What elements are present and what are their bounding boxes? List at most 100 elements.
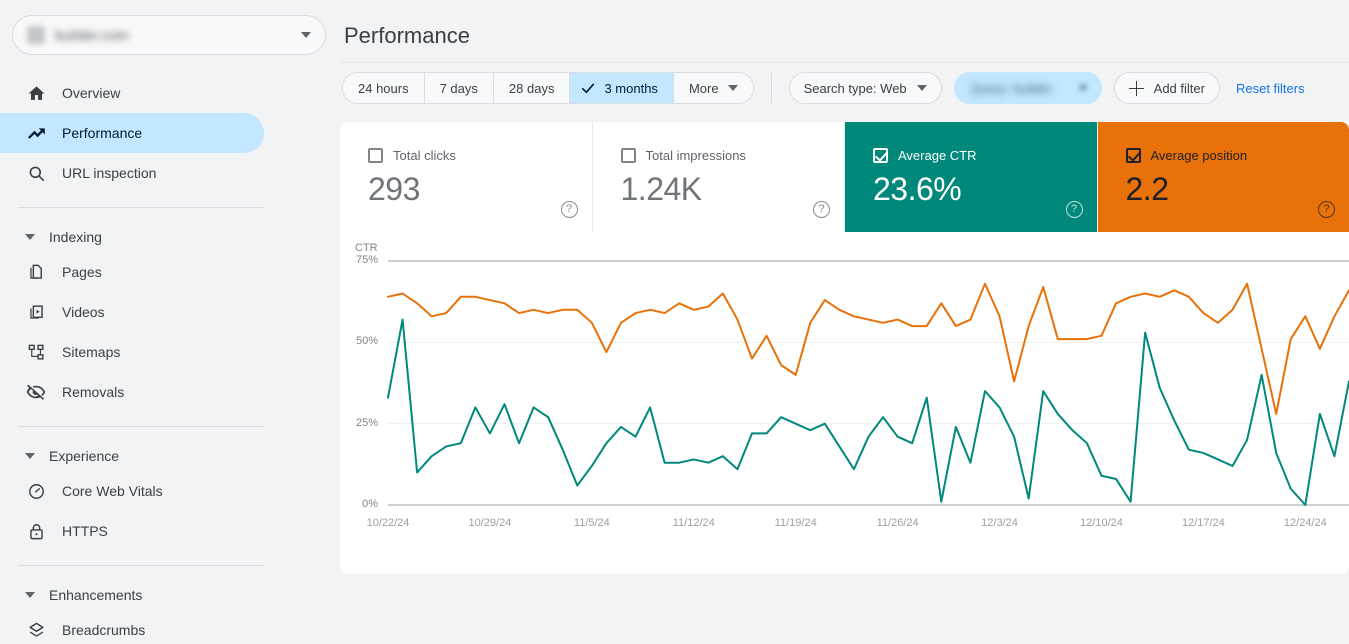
metric-cards: Total clicks 293 ? Total impressions 1.2… (340, 122, 1349, 232)
nav-group-experience[interactable]: Experience (0, 441, 340, 471)
sidebar-item-label: Videos (62, 304, 105, 320)
metric-label: Total clicks (393, 148, 456, 163)
sidebar-item-performance[interactable]: Performance (0, 113, 264, 153)
average-position-checkbox[interactable] (1125, 148, 1141, 163)
metric-card-total-impressions[interactable]: Total impressions 1.24K ? (592, 122, 845, 232)
sidebar-item-pages[interactable]: Pages (0, 252, 264, 292)
sidebar-item-label: Removals (62, 384, 125, 400)
property-selector[interactable]: builder.com (12, 15, 326, 55)
chevron-down-icon (25, 453, 35, 459)
nav-group-enhancements[interactable]: Enhancements (0, 580, 340, 610)
sidebar-item-url-inspection[interactable]: URL inspection (0, 153, 264, 193)
metric-header: Average CTR (873, 148, 1077, 163)
date-range-label: More (688, 80, 719, 96)
metric-header: Total clicks (368, 148, 572, 163)
search-console-app: builder.com Overview Performance URL ins… (0, 0, 1349, 644)
close-icon[interactable]: ✕ (1078, 80, 1089, 96)
metric-card-average-ctr[interactable]: Average CTR 23.6% ? (845, 122, 1098, 232)
metric-value: 23.6% (873, 171, 962, 207)
date-range-segmented-control: 24 hours 7 days 28 days 3 months More (342, 72, 754, 104)
nav-group-label: Enhancements (49, 587, 143, 603)
metric-value: 2.2 (1125, 171, 1169, 207)
sidebar-item-https[interactable]: HTTPS (0, 511, 264, 551)
property-name: builder.com (55, 27, 129, 43)
query-filter-label: Query: builder (970, 80, 1053, 96)
sidebar: builder.com Overview Performance URL ins… (0, 0, 340, 644)
add-filter-button[interactable]: Add filter (1113, 72, 1220, 104)
sidebar-item-label: URL inspection (62, 165, 157, 181)
home-icon (26, 83, 46, 103)
chart-x-tick-label: 10/29/24 (468, 517, 512, 529)
chart-y-tick-label: 0% (362, 498, 378, 510)
metric-value: 293 (368, 171, 420, 207)
nav-divider (18, 426, 264, 427)
chevron-down-icon (25, 234, 35, 240)
help-icon[interactable]: ? (560, 201, 578, 218)
date-range-label: 3 months (604, 80, 658, 96)
total-impressions-checkbox[interactable] (620, 148, 636, 163)
chevron-down-icon (916, 85, 927, 91)
date-range-label: 7 days (439, 80, 478, 96)
date-range-24-hours[interactable]: 24 hours (343, 73, 425, 103)
metric-card-total-clicks[interactable]: Total clicks 293 ? (340, 122, 593, 232)
date-range-more[interactable]: More (673, 73, 753, 103)
metric-label: Average position (1150, 148, 1248, 163)
page-title: Performance (344, 23, 470, 48)
performance-panel: Total clicks 293 ? Total impressions 1.2… (340, 122, 1349, 574)
plus-icon (1128, 80, 1144, 96)
chart-x-tick-label: 11/26/24 (876, 517, 919, 529)
primary-nav: Overview Performance URL inspection Inde… (0, 73, 340, 644)
chart-x-tick-label: 12/3/24 (981, 517, 1018, 529)
date-range-7-days[interactable]: 7 days (424, 73, 494, 103)
nav-group-label: Experience (49, 448, 120, 464)
date-range-28-days[interactable]: 28 days (493, 73, 571, 103)
help-icon[interactable]: ? (813, 201, 830, 218)
chart-x-tick-label: 12/24/24 (1283, 517, 1327, 529)
total-clicks-checkbox[interactable] (368, 148, 383, 163)
chart-y-tick-label: 25% (355, 416, 378, 429)
help-icon[interactable]: ? (1065, 201, 1083, 218)
nav-group-indexing[interactable]: Indexing (0, 222, 340, 252)
reset-filters-link[interactable]: Reset filters (1236, 81, 1305, 96)
lock-icon (26, 521, 46, 541)
date-range-3-months[interactable]: 3 months (570, 73, 674, 103)
layers-icon (26, 620, 46, 640)
sidebar-item-breadcrumbs[interactable]: Breadcrumbs (0, 610, 264, 644)
sidebar-item-label: Overview (62, 85, 121, 101)
pages-icon (26, 262, 46, 282)
sidebar-item-overview[interactable]: Overview (0, 73, 264, 113)
sidebar-item-core-web-vitals[interactable]: Core Web Vitals (0, 471, 264, 511)
chart-x-tick-label: 11/5/24 (573, 517, 610, 529)
chevron-down-icon[interactable] (301, 32, 311, 38)
sidebar-item-label: Sitemaps (62, 344, 121, 360)
search-type-label: Search type: Web (803, 80, 907, 96)
performance-chart[interactable]: CTR 75% 50% 25% 0% 10/22/24 10/29/24 11/5/24 1… (340, 232, 1349, 574)
metric-card-average-position[interactable]: Average position 2.2 ? (1097, 122, 1349, 232)
metric-header: Average position (1125, 148, 1330, 163)
help-icon[interactable]: ? (1318, 201, 1335, 218)
sidebar-item-removals[interactable]: Removals (0, 372, 264, 412)
chart-y-tick-label: 75% (355, 254, 378, 266)
query-filter-chip[interactable]: Query: builder ✕ (953, 72, 1102, 104)
main-content: Performance 24 hours 7 days 28 days 3 mo… (340, 0, 1349, 644)
metric-label: Total impressions (645, 148, 746, 163)
sidebar-item-label: Breadcrumbs (62, 622, 146, 638)
sitemap-icon (26, 342, 46, 362)
speedometer-icon (26, 481, 46, 501)
chart-x-tick-label: 10/22/24 (366, 517, 410, 529)
sidebar-item-sitemaps[interactable]: Sitemaps (0, 332, 264, 372)
metric-value: 1.24K (620, 171, 703, 207)
eye-off-icon (26, 382, 46, 402)
sidebar-item-videos[interactable]: Videos (0, 292, 264, 332)
average-ctr-checkbox[interactable] (873, 148, 888, 163)
chevron-down-icon (25, 592, 35, 598)
chart-x-tick-label: 12/10/24 (1080, 517, 1123, 529)
chart-y-tick-label: 50% (355, 335, 378, 348)
filter-bar: 24 hours 7 days 28 days 3 months More Se… (340, 56, 1349, 104)
nav-divider (18, 207, 264, 208)
metric-label: Average CTR (898, 148, 977, 163)
search-type-filter[interactable]: Search type: Web (788, 72, 942, 104)
metric-header: Total impressions (620, 148, 825, 163)
chevron-down-icon (727, 85, 738, 91)
nav-divider (18, 565, 264, 566)
